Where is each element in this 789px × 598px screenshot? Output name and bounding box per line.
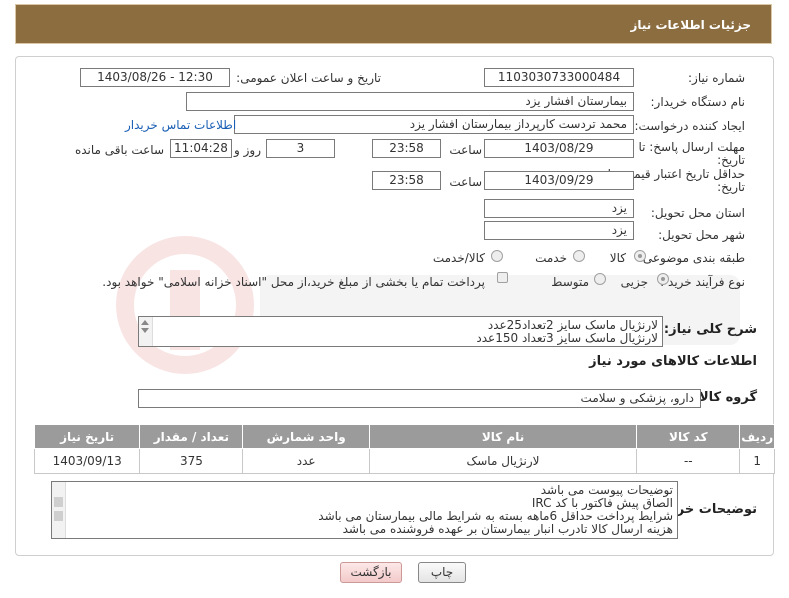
scroll-up-icon[interactable]	[141, 320, 149, 325]
process-medium-label: متوسط	[551, 275, 589, 289]
page-header: جزئیات اطلاعات نیاز	[15, 4, 772, 44]
remaining-time-label: ساعت باقی مانده	[74, 143, 164, 157]
cell-row: 1	[739, 448, 775, 474]
category-goods-label: کالا	[609, 251, 626, 265]
days-remaining-field: 3	[266, 139, 335, 158]
deadline-time-field: 23:58	[372, 139, 441, 158]
buyer-org-label: نام دستگاه خریدار:	[650, 95, 746, 109]
need-number-field: 1103030733000484	[484, 68, 634, 87]
page-title: جزئیات اطلاعات نیاز	[630, 18, 751, 32]
validity-label-date: تاریخ:	[717, 180, 745, 194]
description-line: لارنژیال ماسک سایز 3تعداد 150عدد	[476, 331, 658, 345]
validity-time-label: ساعت	[449, 175, 482, 189]
cell-qty: 375	[139, 448, 244, 474]
col-row: ردیف	[739, 424, 775, 449]
validity-date-field: 1403/09/29	[484, 171, 634, 190]
days-label: روز و	[234, 143, 261, 157]
goods-table-header: ردیف کد کالا نام کالا واحد شمارش تعداد /…	[33, 424, 775, 449]
treasury-payment-note: پرداخت تمام یا بخشی از مبلغ خرید،از محل …	[102, 275, 485, 289]
category-goods-radio[interactable]	[634, 250, 646, 262]
validity-time-field: 23:58	[372, 171, 441, 190]
need-number-label: شماره نیاز:	[688, 71, 745, 85]
table-row: 1 -- لارنژیال ماسک عدد 375 1403/09/13	[33, 448, 775, 474]
buyer-org-field: بیمارستان افشار یزد	[186, 92, 634, 111]
scroll-thumb[interactable]	[54, 497, 63, 507]
category-goods-service-radio[interactable]	[491, 250, 503, 262]
deadline-time-label: ساعت	[449, 143, 482, 157]
scroll-down-icon[interactable]	[141, 328, 149, 333]
col-unit: واحد شمارش	[242, 424, 370, 449]
category-service-radio[interactable]	[573, 250, 585, 262]
col-name: نام کالا	[368, 424, 638, 449]
goods-section-title: اطلاعات کالاهای مورد نیاز	[589, 354, 757, 369]
goods-group-field: دارو، پزشکی و سلامت	[138, 389, 701, 408]
process-minor-label: جزیی	[620, 275, 648, 289]
deadline-date-field: 1403/08/29	[484, 139, 634, 158]
contact-info-link[interactable]: اطلاعات تماس خریدار	[125, 118, 236, 132]
process-type-label: نوع فرآیند خرید :	[660, 275, 745, 289]
announce-label: تاریخ و ساعت اعلان عمومی:	[236, 71, 381, 85]
print-button[interactable]: چاپ	[418, 562, 466, 583]
cell-unit: عدد	[242, 448, 370, 474]
process-medium-radio[interactable]	[594, 273, 606, 285]
buyer-notes-textarea[interactable]: توضیحات پیوست می باشد الصاق پیش فاکتور ب…	[51, 481, 678, 539]
col-code: کد کالا	[636, 424, 741, 449]
city-label: شهر محل تحویل:	[658, 228, 745, 242]
category-label: طبقه بندی موضوعی:	[638, 251, 745, 265]
col-qty: تعداد / مقدار	[139, 424, 244, 449]
description-label: شرح کلی نیاز:	[663, 322, 757, 337]
back-button[interactable]: بازگشت	[340, 562, 402, 583]
requester-field: محمد تردست کارپرداز بیمارستان افشار یزد	[234, 115, 634, 134]
province-field: یزد	[484, 199, 634, 218]
category-goods-service-label: کالا/خدمت	[432, 251, 485, 265]
deadline-label: مهلت ارسال پاسخ: تا	[638, 140, 745, 154]
cell-code: --	[636, 448, 741, 474]
deadline-label-date: تاریخ:	[717, 153, 745, 167]
goods-table: ردیف کد کالا نام کالا واحد شمارش تعداد /…	[33, 424, 775, 474]
buyer-note-line: هزینه ارسال کالا تادرب انبار بیمارستان ب…	[342, 522, 673, 536]
cell-name: لارنژیال ماسک	[368, 448, 638, 474]
process-minor-radio[interactable]	[657, 273, 669, 285]
category-service-label: خدمت	[535, 251, 567, 265]
description-textarea[interactable]: لارنژیال ماسک سایز 2تعداد25عدد لارنژیال …	[138, 316, 663, 347]
remaining-time-field: 11:04:28	[170, 139, 232, 158]
goods-group-label: گروه کالا:	[693, 390, 757, 405]
col-date: تاریخ نیاز	[33, 424, 141, 449]
city-field: یزد	[484, 221, 634, 240]
cell-date: 1403/09/13	[33, 448, 141, 474]
province-label: استان محل تحویل:	[650, 206, 745, 220]
announce-field: 1403/08/26 - 12:30	[80, 68, 230, 87]
description-scrollbar[interactable]	[139, 317, 153, 346]
buyer-notes-scrollbar[interactable]	[52, 482, 66, 538]
requester-label: ایجاد کننده درخواست:	[634, 119, 745, 133]
scroll-thumb[interactable]	[54, 511, 63, 521]
treasury-payment-checkbox[interactable]	[497, 272, 508, 283]
